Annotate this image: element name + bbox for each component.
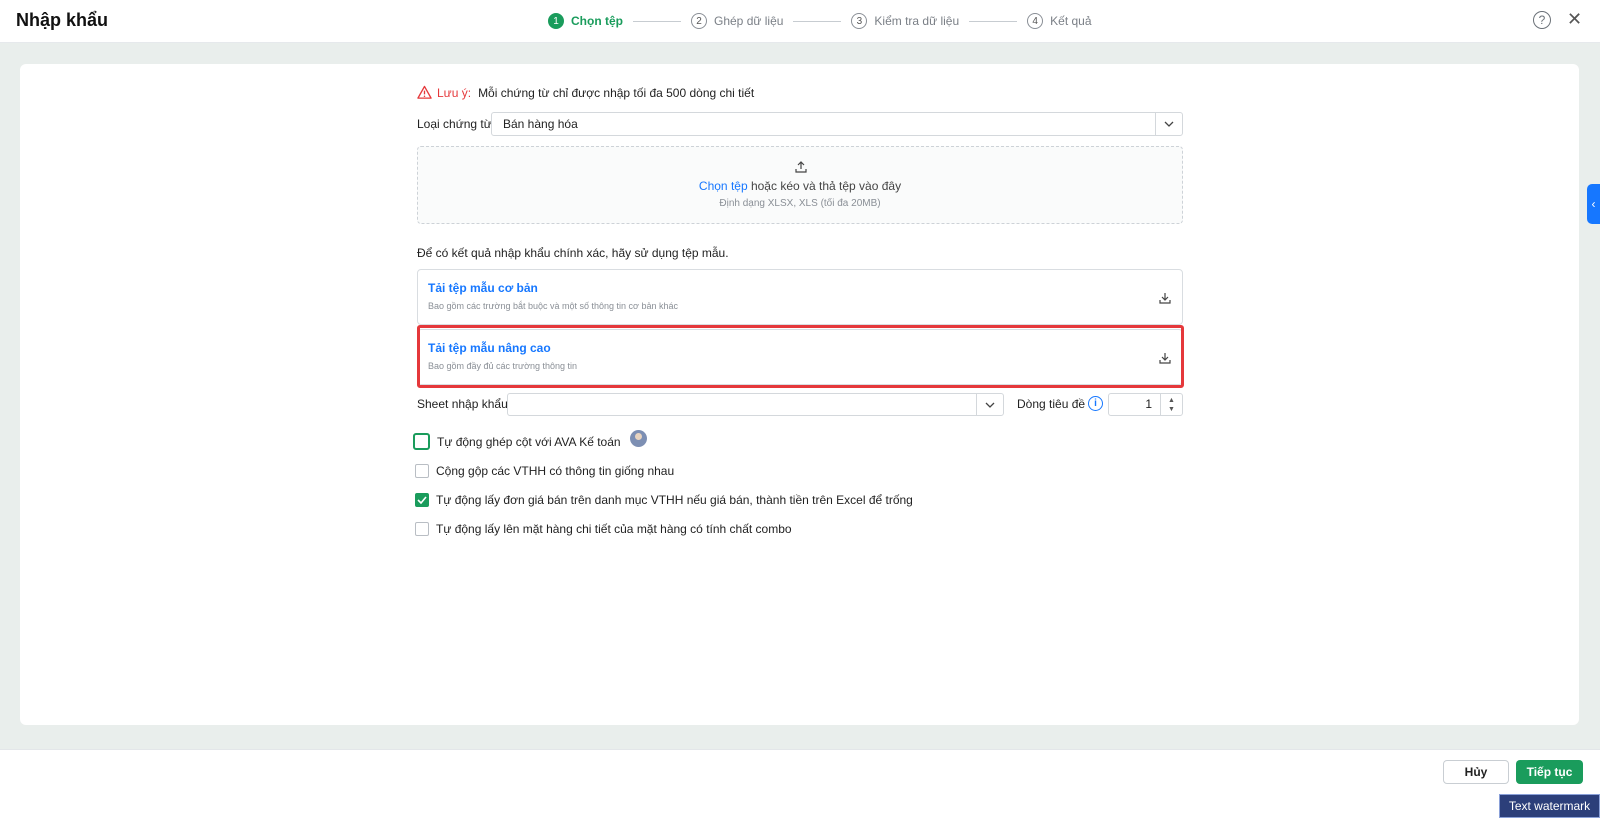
step-label: Kiểm tra dữ liệu <box>874 14 960 28</box>
import-note: Lưu ý: Mỗi chứng từ chỉ được nhập tối đa… <box>417 85 754 100</box>
checkbox[interactable] <box>415 464 429 478</box>
next-button[interactable]: Tiếp tục <box>1516 760 1583 784</box>
note-label: Lưu ý: <box>437 85 472 100</box>
step-connector <box>969 20 1018 22</box>
dropzone-format: Định dạng XLSX, XLS (tối đa 20MB) <box>719 198 881 209</box>
option-auto-map: Tự động ghép cột với AVA Kế toán <box>413 430 647 450</box>
dialog-footer <box>0 749 1600 818</box>
download-basic-template[interactable]: Tải tệp mẫu cơ bản Bao gồm các trường bắ… <box>417 269 1183 325</box>
checkbox[interactable] <box>415 493 429 507</box>
step-connector <box>633 20 681 22</box>
step-check-data: 3 Kiểm tra dữ liệu <box>851 13 959 29</box>
file-dropzone[interactable]: Chọn tệp hoặc kéo và thả tệp vào đây Địn… <box>417 146 1183 224</box>
step-label: Chọn tệp <box>571 14 623 28</box>
warning-icon <box>417 85 432 99</box>
voucher-type-select[interactable]: Bán hàng hóa <box>491 112 1183 136</box>
option-label: Tự động ghép cột với AVA Kế toán <box>437 434 621 449</box>
step-result: 4 Kết quả <box>1027 13 1092 29</box>
stepper: 1 Chọn tệp 2 Ghép dữ liệu 3 Kiểm tra dữ … <box>548 12 1092 30</box>
download-icon <box>1159 353 1171 364</box>
step-choose-file: 1 Chọn tệp <box>548 13 623 29</box>
template-desc: Bao gồm các trường bắt buộc và một số th… <box>428 301 678 311</box>
template-desc: Bao gồm đầy đủ các trường thông tin <box>428 361 578 371</box>
step-connector <box>793 20 842 22</box>
step-label: Ghép dữ liệu <box>714 14 784 28</box>
chevron-down-icon <box>976 394 1003 415</box>
choose-file-link[interactable]: Chọn tệp <box>699 179 748 193</box>
step-label: Kết quả <box>1050 14 1092 28</box>
option-merge-items: Cộng gộp các VTHH có thông tin giống nha… <box>415 464 674 478</box>
help-icon[interactable]: ? <box>1533 11 1551 29</box>
option-combo-detail: Tự động lấy lên mặt hàng chi tiết của mặ… <box>415 522 792 536</box>
header-row-label: Dòng tiêu đề <box>1017 397 1086 411</box>
voucher-type-value: Bán hàng hóa <box>503 117 578 131</box>
dropzone-text: hoặc kéo và thả tệp vào đây <box>747 179 902 193</box>
header-row-value: 1 <box>1145 397 1152 411</box>
step-map-data: 2 Ghép dữ liệu <box>691 13 783 29</box>
sheet-label: Sheet nhập khẩu <box>417 397 508 411</box>
voucher-type-label: Loại chứng từ <box>417 117 492 131</box>
option-auto-price: Tự động lấy đơn giá bán trên danh mục VT… <box>415 493 913 507</box>
dialog-header: Nhập khẩu 1 Chọn tệp 2 Ghép dữ liệu 3 Ki… <box>0 0 1600 43</box>
step-number: 3 <box>851 13 868 29</box>
upload-icon <box>795 161 807 173</box>
header-row-stepper[interactable]: 1 ▲ ▼ <box>1108 393 1183 416</box>
chevron-left-icon: ‹ <box>1591 197 1596 211</box>
option-label: Cộng gộp các VTHH có thông tin giống nha… <box>436 464 675 478</box>
ava-avatar-icon <box>629 430 647 447</box>
option-label: Tự động lấy đơn giá bán trên danh mục VT… <box>436 493 913 507</box>
download-icon <box>1159 293 1171 304</box>
step-number: 2 <box>691 13 707 29</box>
option-label: Tự động lấy lên mặt hàng chi tiết của mặ… <box>436 522 792 536</box>
check-icon <box>417 496 427 504</box>
download-advanced-template[interactable]: Tải tệp mẫu nâng cao Bao gồm đầy đủ các … <box>417 329 1183 385</box>
info-icon[interactable]: i <box>1088 396 1103 411</box>
page-title: Nhập khẩu <box>16 10 109 30</box>
cancel-button[interactable]: Hủy <box>1443 760 1509 784</box>
checkbox[interactable] <box>415 522 429 536</box>
step-number: 4 <box>1027 13 1044 29</box>
side-panel-toggle[interactable]: ‹ <box>1587 184 1600 224</box>
spinner-icon[interactable]: ▲ ▼ <box>1160 394 1182 415</box>
template-title: Tải tệp mẫu nâng cao <box>428 341 551 355</box>
template-hint: Để có kết quả nhập khẩu chính xác, hãy s… <box>417 246 729 260</box>
note-text: Mỗi chứng từ chỉ được nhập tối đa 500 dò… <box>478 85 755 100</box>
sheet-select[interactable] <box>507 393 1004 416</box>
text-watermark: Text watermark <box>1499 794 1600 818</box>
step-number: 1 <box>548 13 564 29</box>
close-icon[interactable]: ✕ <box>1567 9 1582 29</box>
chevron-down-icon <box>1155 113 1182 135</box>
checkbox[interactable] <box>413 433 430 450</box>
dropzone-instruction: Chọn tệp hoặc kéo và thả tệp vào đây <box>418 179 1182 193</box>
template-title: Tải tệp mẫu cơ bản <box>428 281 538 295</box>
